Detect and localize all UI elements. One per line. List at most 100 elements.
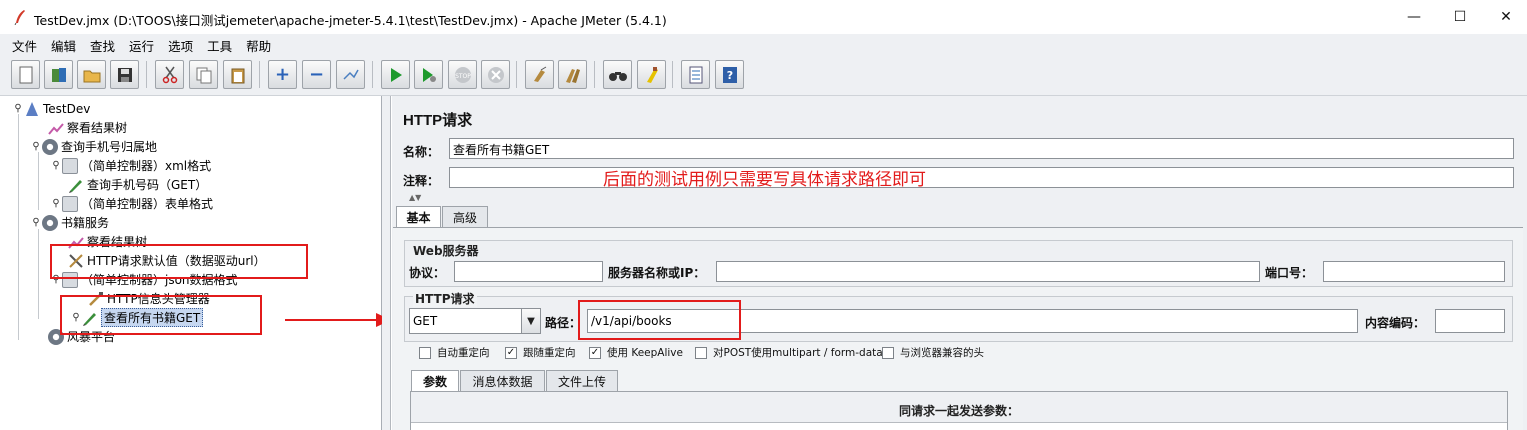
search-icon[interactable] bbox=[603, 60, 632, 89]
annotation-arrow bbox=[285, 319, 380, 321]
svg-text:?: ? bbox=[726, 69, 732, 82]
checkbox-follow-redirect[interactable]: ✓ 跟随重定向 bbox=[505, 345, 576, 360]
save-icon[interactable] bbox=[110, 60, 139, 89]
protocol-field[interactable] bbox=[454, 261, 603, 282]
templates-icon[interactable] bbox=[44, 60, 73, 89]
checkbox-label: 使用 KeepAlive bbox=[607, 347, 683, 359]
help-icon[interactable]: ? bbox=[715, 60, 744, 89]
checkbox-auto-redirect[interactable]: 自动重定向 bbox=[419, 345, 490, 360]
clear-icon[interactable] bbox=[525, 60, 554, 89]
tree-toggle-icon[interactable]: ⚲ bbox=[30, 141, 42, 152]
start-icon[interactable] bbox=[381, 60, 410, 89]
tree-item[interactable]: 察看结果树 bbox=[48, 118, 127, 137]
tree-label-root: TestDev bbox=[43, 101, 91, 116]
controller-icon bbox=[62, 195, 78, 212]
tree-item[interactable]: ⚲ 书籍服务 bbox=[30, 213, 109, 232]
tree-label: （简单控制器）表单格式 bbox=[81, 197, 214, 211]
cut-icon[interactable] bbox=[155, 60, 184, 89]
tree-label: （简单控制器）xml格式 bbox=[81, 159, 212, 173]
tree-item[interactable]: ⚲ 查询手机号归属地 bbox=[30, 137, 157, 156]
menu-options[interactable]: 选项 bbox=[168, 36, 193, 55]
menu-edit[interactable]: 编辑 bbox=[51, 36, 76, 55]
checkbox-box[interactable]: ✓ bbox=[589, 346, 601, 359]
tree-label: 书籍服务 bbox=[61, 216, 110, 230]
function-helper-icon[interactable] bbox=[681, 60, 710, 89]
method-select[interactable]: GET bbox=[409, 308, 522, 334]
tree-toggle-icon[interactable]: ⚲ bbox=[30, 217, 42, 228]
http-request-title: HTTP请求 bbox=[413, 290, 477, 307]
maximize-button[interactable]: ☐ bbox=[1437, 0, 1483, 34]
tree-item[interactable]: ⚲ （简单控制器）xml格式 bbox=[50, 156, 211, 175]
new-icon[interactable] bbox=[11, 60, 40, 89]
tab-advanced[interactable]: 高级 bbox=[442, 206, 488, 227]
parameters-title: 同请求一起发送参数： bbox=[898, 404, 1019, 418]
path-label: 路径： bbox=[545, 316, 582, 330]
collapse-arrow-icon[interactable]: ▲▼ bbox=[409, 193, 421, 202]
checkbox-keepalive[interactable]: ✓ 使用 KeepAlive bbox=[589, 345, 683, 360]
annotation-box-path bbox=[578, 300, 741, 340]
panel-title: HTTP请求 bbox=[403, 112, 473, 129]
tab-parameters[interactable]: 参数 bbox=[411, 370, 459, 391]
tree-item[interactable]: ⚲ （简单控制器）表单格式 bbox=[50, 194, 213, 213]
comment-label: 注释： bbox=[403, 174, 440, 188]
copy-icon[interactable] bbox=[189, 60, 218, 89]
encoding-field[interactable] bbox=[1435, 309, 1505, 333]
tree-root[interactable]: ⚲ TestDev bbox=[12, 99, 90, 118]
annotation-box-defaults bbox=[50, 244, 308, 279]
svg-text:STOP: STOP bbox=[455, 73, 471, 80]
encoding-label: 内容编码： bbox=[1365, 316, 1426, 330]
collapse-icon[interactable]: − bbox=[302, 60, 331, 89]
checkbox-box[interactable] bbox=[882, 346, 894, 359]
tab-body-data[interactable]: 消息体数据 bbox=[460, 370, 545, 391]
tree-item[interactable]: 查询手机号码（GET） bbox=[68, 175, 207, 194]
tree-label: 察看结果树 bbox=[67, 121, 128, 135]
test-plan-icon bbox=[26, 101, 38, 116]
port-label: 端口号： bbox=[1265, 266, 1314, 280]
checkbox-box[interactable]: ✓ bbox=[505, 346, 517, 359]
menu-file[interactable]: 文件 bbox=[12, 36, 37, 55]
pane-splitter[interactable] bbox=[382, 96, 391, 430]
toolbar: + − STOP ? bbox=[0, 56, 1527, 96]
paste-icon[interactable] bbox=[223, 60, 252, 89]
sampler-pen-icon bbox=[69, 179, 82, 193]
checkbox-browser-headers[interactable]: 与浏览器兼容的头 bbox=[882, 345, 984, 360]
chevron-down-icon[interactable]: ▼ bbox=[521, 308, 541, 334]
tab-basic[interactable]: 基本 bbox=[396, 206, 441, 227]
menu-bar: 文件 编辑 查找 运行 选项 工具 帮助 bbox=[0, 34, 1527, 56]
checkbox-box[interactable] bbox=[419, 346, 431, 359]
window-title: TestDev.jmx (D:\TOOS\接口测试jemeter\apache-… bbox=[34, 13, 667, 28]
server-label: 服务器名称或IP： bbox=[608, 266, 706, 280]
checkbox-multipart[interactable]: 对POST使用multipart / form-data bbox=[695, 345, 883, 360]
tree-toggle-icon[interactable]: ⚲ bbox=[50, 198, 62, 209]
tree-toggle-icon[interactable]: ⚲ bbox=[12, 103, 24, 114]
menu-help[interactable]: 帮助 bbox=[246, 36, 271, 55]
parameters-table-header bbox=[411, 422, 1507, 430]
menu-search[interactable]: 查找 bbox=[90, 36, 115, 55]
web-server-title: Web服务器 bbox=[413, 244, 479, 258]
server-field[interactable] bbox=[716, 261, 1260, 282]
tab-file-upload[interactable]: 文件上传 bbox=[546, 370, 618, 391]
minimize-button[interactable]: — bbox=[1391, 0, 1437, 34]
menu-run[interactable]: 运行 bbox=[129, 36, 154, 55]
clear-all-icon[interactable] bbox=[558, 60, 587, 89]
checkbox-label: 与浏览器兼容的头 bbox=[900, 347, 984, 359]
annotation-box-selected bbox=[60, 295, 262, 335]
tree-toggle-icon[interactable]: ⚲ bbox=[50, 160, 62, 171]
menu-tools[interactable]: 工具 bbox=[207, 36, 232, 55]
jmeter-feather-icon bbox=[14, 10, 25, 25]
close-button[interactable]: ✕ bbox=[1483, 0, 1527, 34]
expand-icon[interactable]: + bbox=[268, 60, 297, 89]
controller-icon bbox=[62, 157, 78, 174]
shutdown-icon[interactable] bbox=[481, 60, 510, 89]
annotation-text: 后面的测试用例只需要写具体请求路径即可 bbox=[603, 170, 926, 190]
name-field[interactable]: 查看所有书籍GET bbox=[449, 138, 1514, 159]
reset-search-icon[interactable] bbox=[637, 60, 666, 89]
stop-icon[interactable]: STOP bbox=[448, 60, 477, 89]
name-label: 名称： bbox=[403, 145, 440, 159]
checkbox-label: 跟随重定向 bbox=[523, 347, 576, 359]
open-icon[interactable] bbox=[77, 60, 106, 89]
port-field[interactable] bbox=[1323, 261, 1505, 282]
start-no-pause-icon[interactable] bbox=[414, 60, 443, 89]
toggle-icon[interactable] bbox=[336, 60, 365, 89]
checkbox-box[interactable] bbox=[695, 346, 707, 359]
